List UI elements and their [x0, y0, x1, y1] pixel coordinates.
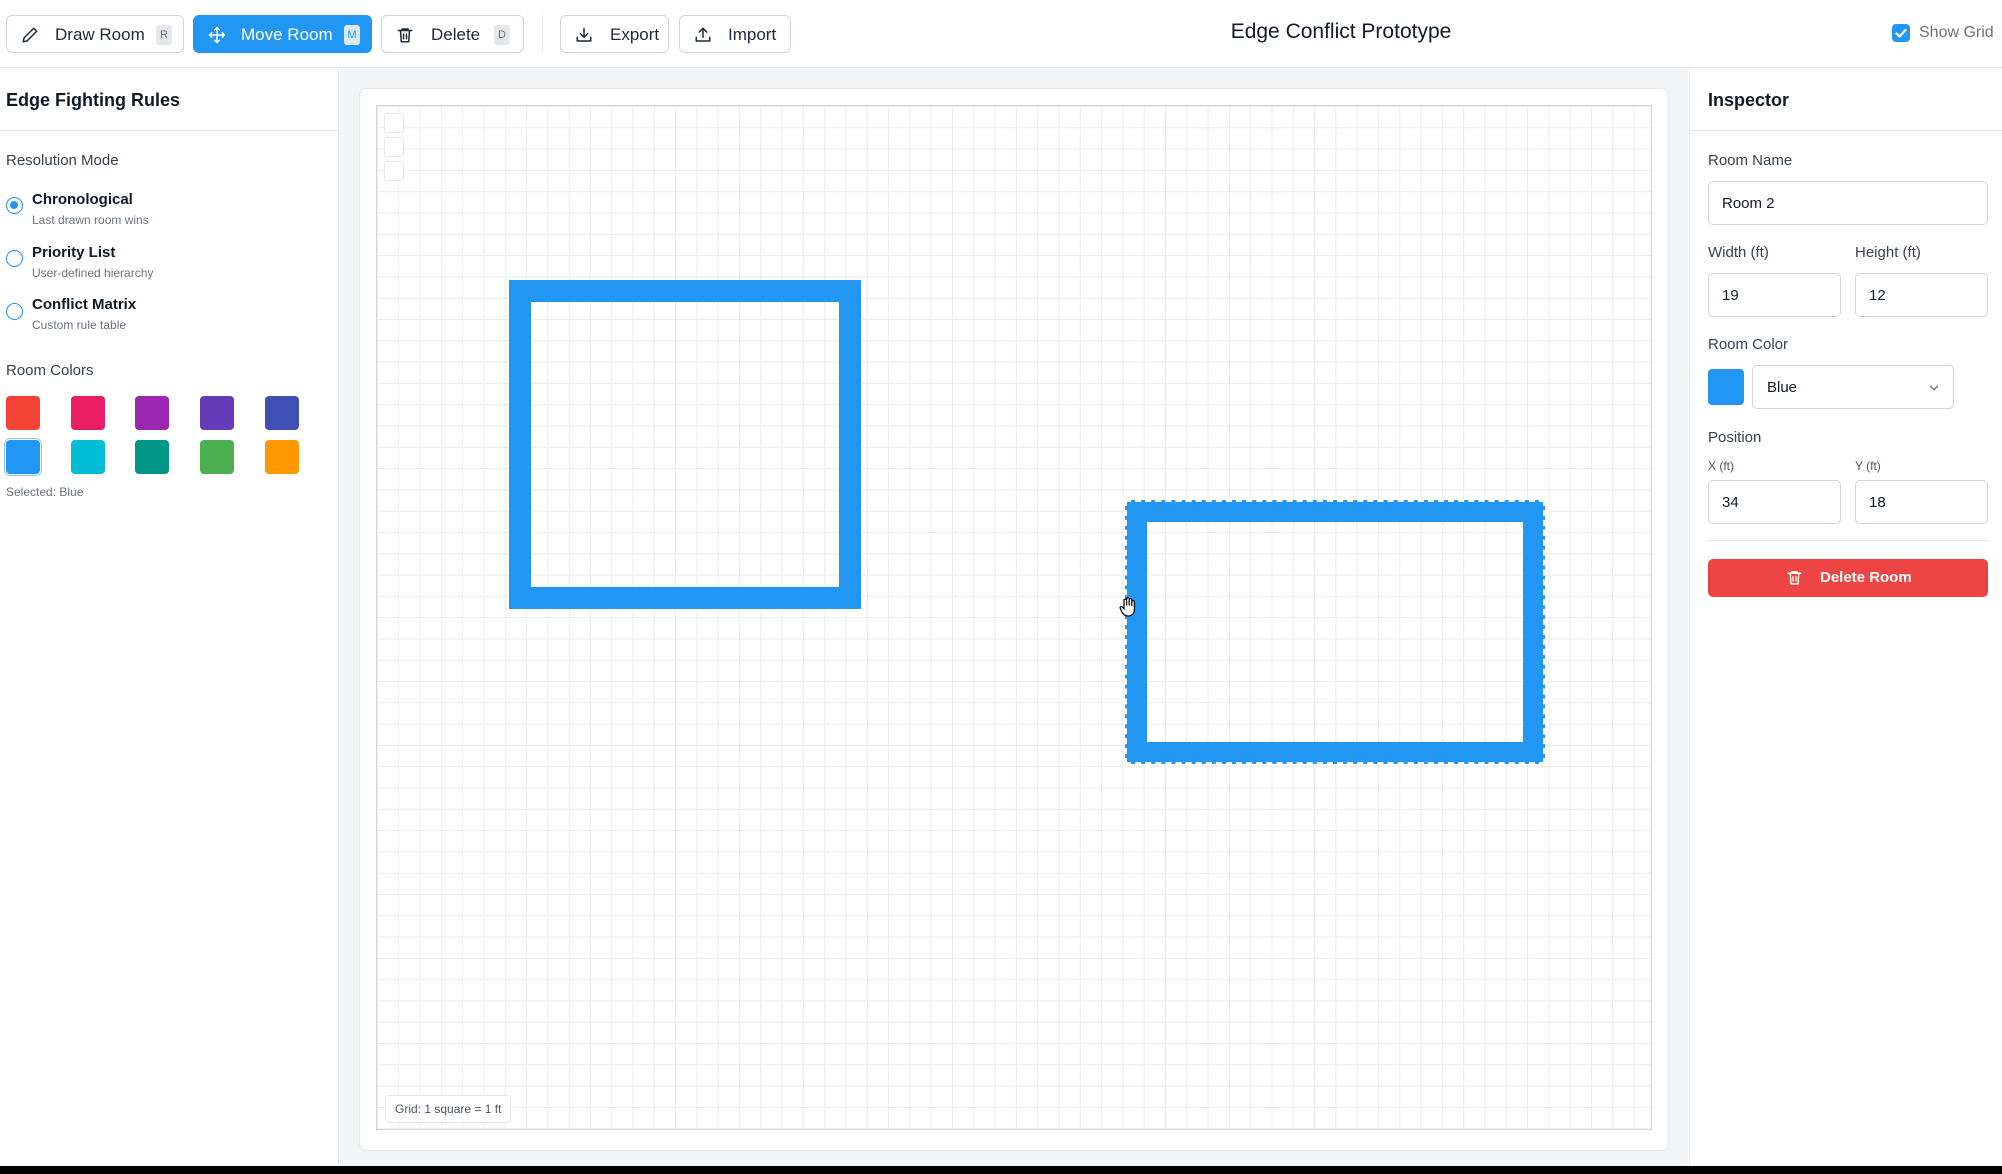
import-button[interactable]: Import — [679, 15, 791, 53]
room-colors-label: Room Colors — [6, 362, 94, 379]
mode-title: Priority List — [32, 244, 116, 261]
color-swatch[interactable] — [265, 440, 299, 474]
height-input[interactable] — [1855, 273, 1988, 317]
inspector-title: Inspector — [1708, 90, 1790, 110]
radio-conflict-matrix[interactable] — [6, 303, 23, 320]
rules-panel: Edge Fighting Rules Resolution Mode Chro… — [0, 69, 339, 1166]
color-swatch[interactable] — [71, 396, 105, 430]
move-room-shortcut: M — [344, 25, 360, 45]
hand-cursor-icon — [1119, 597, 1136, 617]
mode-subtitle: Last drawn room wins — [32, 213, 149, 227]
radio-chronological[interactable] — [6, 197, 23, 214]
room-color-select[interactable]: Blue — [1752, 365, 1954, 409]
rules-panel-title: Edge Fighting Rules — [6, 90, 180, 110]
x-label: X (ft) — [1708, 459, 1734, 473]
room-2[interactable] — [1125, 500, 1545, 764]
drawing-grid[interactable]: Grid: 1 square = 1 ft — [376, 105, 1652, 1130]
rules-panel-header: Edge Fighting Rules — [0, 69, 338, 131]
room-name-input[interactable] — [1708, 181, 1988, 225]
app-title: Edge Conflict Prototype — [1230, 20, 1452, 43]
move-arrows-icon — [208, 26, 226, 44]
mode-subtitle: User-defined hierarchy — [32, 266, 154, 280]
color-swatch[interactable] — [265, 396, 299, 430]
room-name-label: Room Name — [1708, 152, 1793, 169]
trash-icon — [397, 28, 413, 43]
import-label: Import — [728, 25, 777, 44]
draw-room-shortcut: R — [156, 25, 172, 45]
canvas-area: Grid: 1 square = 1 ft — [340, 69, 1688, 1166]
mode-title: Chronological — [32, 191, 133, 208]
mini-control[interactable] — [384, 137, 404, 157]
selected-color-text: Selected: Blue — [6, 485, 84, 499]
show-grid-toggle[interactable]: Show Grid — [1892, 24, 1994, 42]
mode-subtitle: Custom rule table — [32, 318, 127, 332]
draw-room-label: Draw Room — [55, 25, 145, 44]
radio-priority-list[interactable] — [6, 250, 23, 267]
trash-icon — [1787, 571, 1802, 585]
delete-tool-shortcut: D — [494, 25, 510, 45]
width-input[interactable] — [1708, 273, 1841, 317]
color-swatch[interactable] — [6, 440, 40, 474]
color-swatch[interactable] — [200, 396, 234, 430]
move-room-label: Move Room — [241, 25, 333, 44]
y-input[interactable] — [1855, 480, 1988, 524]
pencil-icon — [22, 27, 38, 43]
upload-icon — [695, 27, 711, 42]
position-label: Position — [1708, 429, 1762, 446]
toolbar-divider — [542, 15, 543, 53]
color-swatch[interactable] — [135, 440, 169, 474]
export-button[interactable]: Export — [560, 15, 669, 53]
mode-title: Conflict Matrix — [32, 296, 137, 313]
resolution-mode-label: Resolution Mode — [6, 152, 119, 169]
color-swatch[interactable] — [71, 440, 105, 474]
inspector-panel: Inspector Room Name Width (ft) Height (f… — [1689, 69, 2002, 1166]
height-label: Height (ft) — [1855, 244, 1921, 261]
move-room-button[interactable]: Move Room M — [193, 15, 372, 53]
room-color-label: Room Color — [1708, 336, 1789, 353]
delete-room-button[interactable]: Delete Room — [1708, 559, 1988, 597]
room-1[interactable] — [509, 280, 861, 609]
y-label: Y (ft) — [1855, 459, 1881, 473]
chevron-down-icon — [1929, 385, 1939, 391]
delete-tool-button[interactable]: Delete D — [381, 15, 524, 53]
x-input[interactable] — [1708, 480, 1841, 524]
room-color-chip[interactable] — [1708, 369, 1744, 405]
export-label: Export — [610, 25, 660, 44]
inspector-header: Inspector — [1690, 69, 2002, 131]
toolbar: Draw Room R Move Room M Delete D Export … — [0, 0, 2002, 68]
delete-tool-label: Delete — [431, 25, 481, 44]
color-swatch[interactable] — [6, 396, 40, 430]
width-label: Width (ft) — [1708, 244, 1769, 261]
show-grid-checkbox[interactable] — [1892, 24, 1910, 42]
mini-control[interactable] — [384, 161, 404, 181]
delete-room-label: Delete Room — [1820, 569, 1912, 586]
app-window: Draw Room R Move Room M Delete D Export … — [0, 0, 2002, 1166]
draw-room-button[interactable]: Draw Room R — [6, 15, 184, 53]
inspector-divider — [1708, 540, 1988, 541]
color-swatch[interactable] — [200, 440, 234, 474]
show-grid-label: Show Grid — [1919, 24, 1994, 41]
color-swatch[interactable] — [135, 396, 169, 430]
mini-control[interactable] — [384, 113, 404, 133]
room-color-value: Blue — [1767, 379, 1798, 396]
checkmark-icon — [1895, 28, 1907, 38]
download-icon — [576, 27, 592, 42]
grid-scale-note: Grid: 1 square = 1 ft — [385, 1095, 512, 1123]
